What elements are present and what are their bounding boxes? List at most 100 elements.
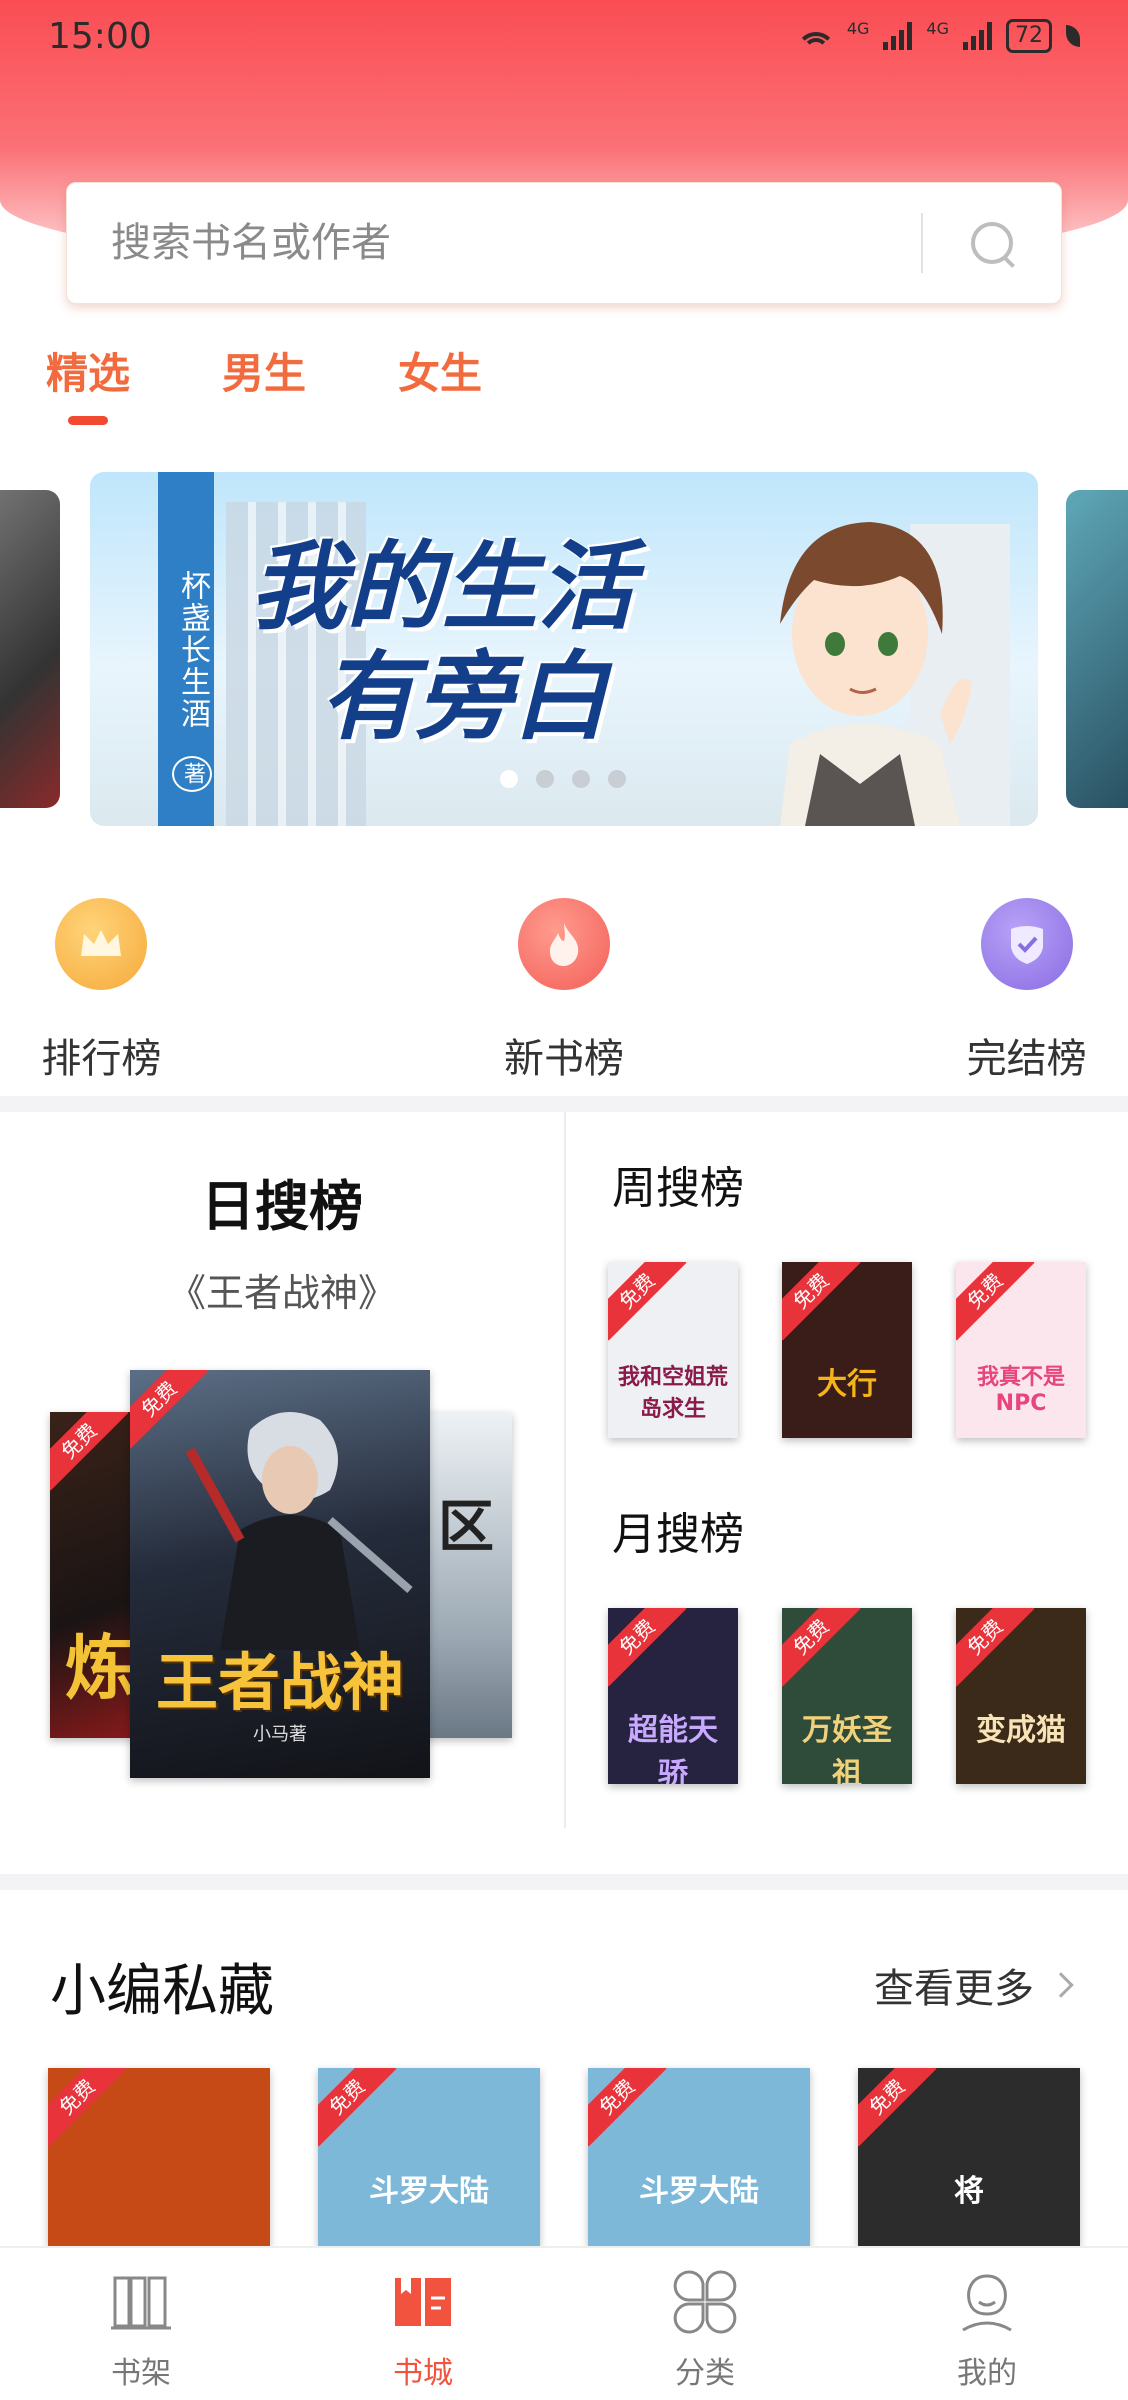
monthly-book-cover[interactable]: 免费 超能天骄 (608, 1608, 738, 1784)
cover-title: 万妖圣祖 (802, 1713, 892, 1784)
category-icon (673, 2270, 737, 2334)
banner-title-line2: 有旁白 (320, 641, 608, 753)
cover-title: 斗罗大陆 (639, 2174, 759, 2209)
board-divider (564, 1112, 566, 1828)
monthly-board-title[interactable]: 月搜榜 (612, 1498, 744, 1562)
chevron-right-icon (1048, 1972, 1074, 1998)
banner-dot[interactable] (608, 770, 626, 788)
banner-author: 杯盏长生酒 (175, 570, 210, 731)
nav-label: 我的 (957, 2356, 1017, 2391)
nav-category[interactable]: 分类 (564, 2248, 846, 2400)
cover-title: 区 (438, 1495, 494, 1560)
daily-cover-main[interactable]: 免费 王者战神 小马著 (130, 1370, 430, 1778)
rank-button-new[interactable]: 新书榜 (333, 898, 796, 1084)
network-label-1: 4G (846, 19, 870, 38)
rank-button-completed[interactable]: 完结榜 (795, 898, 1128, 1084)
signal-icon (883, 22, 913, 50)
pick-book-cover[interactable]: 免费将 (858, 2068, 1080, 2246)
free-ribbon: 免费 (48, 2068, 127, 2147)
cover-title: 将 (954, 2174, 984, 2209)
crown-icon (55, 898, 148, 990)
rank-label: 完结榜 (966, 1036, 1087, 1082)
weekly-book-cover[interactable]: 免费我和空姐荒岛求生 (608, 1262, 738, 1438)
cover-title: 王者战神 (155, 1646, 404, 1719)
nav-label: 分类 (675, 2356, 735, 2391)
leaf-icon (1066, 25, 1080, 47)
view-more-link[interactable]: 查看更多 (874, 1956, 1074, 2014)
flame-icon (518, 898, 610, 990)
banner-pagination (500, 770, 626, 788)
banner-title-line1: 我的生活 (250, 531, 634, 643)
free-ribbon: 免费 (50, 1412, 129, 1491)
daily-cover-right[interactable]: 区 (420, 1412, 512, 1738)
cover-title: 我和空姐荒岛求生 (617, 1365, 728, 1422)
network-label-2: 4G (926, 19, 949, 38)
pick-book-cover[interactable]: 免费斗罗大陆 (318, 2068, 540, 2246)
promo-banner[interactable]: 杯盏长生酒 著 我的生活 有旁白 (90, 472, 1038, 826)
cover-title: 我真不是NPC (976, 1365, 1065, 1416)
monthly-book-cover[interactable]: 免费万妖圣祖 (782, 1608, 912, 1784)
app-screen: 15:00 4G 4G 72 精选 男生 女生 杯盏长生酒 著 (0, 0, 1128, 2400)
banner-character-illustration (780, 522, 1010, 826)
banner-next-peek[interactable] (1066, 490, 1128, 808)
bookshelf-icon (111, 2276, 171, 2330)
free-ribbon: 免费 (782, 1262, 861, 1341)
daily-board-book[interactable]: 《王者战神》 (0, 1262, 564, 1317)
nav-bookstore[interactable]: 书城 (282, 2248, 564, 2400)
pick-book-cover[interactable]: 免费斗罗大陆 (588, 2068, 810, 2246)
banner-dot[interactable] (500, 770, 518, 788)
bookstore-icon (395, 2278, 451, 2326)
editor-picks-title: 小编私藏 (50, 1959, 274, 2024)
search-icon[interactable] (967, 218, 1017, 268)
free-ribbon: 免费 (858, 2068, 937, 2147)
category-tabs: 精选 男生 女生 (46, 340, 482, 425)
tab-featured[interactable]: 精选 (46, 340, 130, 425)
tab-male[interactable]: 男生 (222, 340, 306, 401)
cover-title: 变成猫 (976, 1713, 1066, 1748)
banner-author-strip: 杯盏长生酒 著 (158, 472, 214, 826)
banner-dot[interactable] (572, 770, 590, 788)
profile-icon (962, 2274, 1012, 2332)
free-ribbon: 免费 (956, 1262, 1035, 1341)
banner-prev-peek[interactable] (0, 490, 60, 808)
battery-icon: 72 (1006, 19, 1052, 53)
free-ribbon: 免费 (956, 1608, 1035, 1687)
cover-character-illustration (185, 1412, 413, 1650)
search-bar[interactable] (66, 182, 1062, 304)
search-boards: 日搜榜 《王者战神》 免费 炼 区 免费 王者战神 小马著 周搜榜 免费 我和空姐… (0, 1112, 1128, 1832)
free-ribbon: 免费 (588, 2068, 667, 2147)
weekly-board-title[interactable]: 周搜榜 (612, 1152, 744, 1216)
nav-label: 书架 (111, 2356, 171, 2391)
free-ribbon: 免费 (782, 1608, 861, 1687)
weekly-book-cover[interactable]: 免费大行 (782, 1262, 912, 1438)
signal-icon-2 (963, 22, 992, 50)
free-ribbon: 免费 (608, 1608, 687, 1687)
free-ribbon: 免费 (318, 2068, 397, 2147)
rank-label: 新书榜 (504, 1036, 624, 1082)
free-ribbon: 免费 (608, 1262, 687, 1341)
wifi-icon (798, 22, 833, 50)
rank-shortcuts: 排行榜 新书榜 完结榜 (0, 898, 1128, 1084)
monthly-book-cover[interactable]: 免费变成猫 (956, 1608, 1086, 1784)
shield-check-icon (980, 898, 1073, 990)
nav-label: 书城 (393, 2356, 453, 2391)
bottom-navigation: 书架 书城 分类 我的 (0, 2246, 1128, 2400)
nav-bookshelf[interactable]: 书架 (0, 2248, 282, 2400)
section-separator (0, 1096, 1128, 1112)
banner-title: 我的生活 有旁白 (250, 532, 634, 752)
view-more-label: 查看更多 (874, 1966, 1034, 2012)
section-separator (0, 1874, 1128, 1890)
status-bar: 15:00 4G 4G 72 (0, 0, 1128, 72)
status-icons: 4G 4G 72 (798, 19, 1080, 53)
rank-button-bestseller[interactable]: 排行榜 (0, 898, 333, 1084)
cover-title: 斗罗大陆 (369, 2174, 489, 2209)
search-input[interactable] (111, 220, 921, 266)
cover-title: 大行 (817, 1367, 877, 1402)
status-time: 15:00 (48, 15, 152, 57)
weekly-book-cover[interactable]: 免费我真不是NPC (956, 1262, 1086, 1438)
pick-book-cover[interactable]: 免费 (48, 2068, 270, 2246)
banner-dot[interactable] (536, 770, 554, 788)
tab-female[interactable]: 女生 (398, 340, 482, 401)
daily-board-title[interactable]: 日搜榜 (0, 1162, 564, 1241)
nav-profile[interactable]: 我的 (846, 2248, 1128, 2400)
